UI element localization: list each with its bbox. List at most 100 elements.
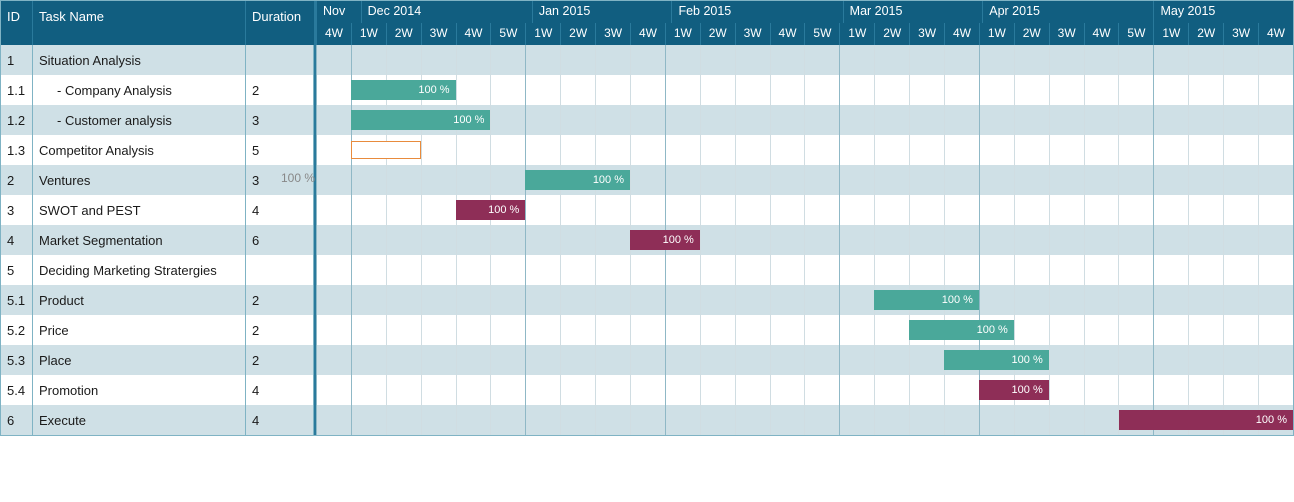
grid-cell <box>839 375 874 405</box>
cell-id: 5.3 <box>1 345 33 375</box>
grid-cell <box>735 105 770 135</box>
row-timeline <box>316 255 1293 285</box>
week-header: 4W <box>316 23 351 45</box>
grid-cell <box>909 255 944 285</box>
grid-cell <box>804 105 839 135</box>
row-left-columns: 5Deciding Marketing Stratergies <box>1 255 316 285</box>
cell-id: 1.1 <box>1 75 33 105</box>
row-left-columns: 5.3Place2 <box>1 345 316 375</box>
grid-cell <box>421 135 456 165</box>
grid-cell <box>944 135 979 165</box>
gantt-bar[interactable]: 100 % <box>630 230 700 250</box>
gantt-bar[interactable]: 100 % <box>979 380 1049 400</box>
grid-cell <box>316 225 351 255</box>
grid-cell <box>1223 255 1258 285</box>
grid-cell <box>1258 285 1293 315</box>
gantt-bar-label: 100 % <box>942 294 973 306</box>
grid-cell <box>665 105 700 135</box>
gantt-bar[interactable]: 100 % <box>351 80 456 100</box>
grid-cell <box>804 135 839 165</box>
grid-cell <box>1049 195 1084 225</box>
week-header: 3W <box>421 23 456 45</box>
grid-cell <box>560 195 595 225</box>
gantt-bar[interactable]: 100 % <box>909 320 1014 340</box>
grid-cell <box>456 375 491 405</box>
grid-cell <box>1153 315 1188 345</box>
gantt-bar[interactable]: 100 % <box>1119 410 1293 430</box>
column-header-duration: Duration <box>246 1 314 45</box>
taskname-text: Promotion <box>39 383 98 398</box>
grid-cell <box>316 405 351 435</box>
grid-cell <box>735 405 770 435</box>
grid-cell <box>595 255 630 285</box>
grid-cell <box>1049 255 1084 285</box>
grid-cell <box>351 195 386 225</box>
grid-cell <box>525 285 560 315</box>
gantt-bar[interactable]: 100 % <box>525 170 630 190</box>
grid-cell <box>1084 315 1119 345</box>
grid-cell <box>525 105 560 135</box>
week-header: 1W <box>665 23 700 45</box>
grid-cell <box>1118 315 1153 345</box>
grid-cell <box>490 105 525 135</box>
week-header: 2W <box>874 23 909 45</box>
grid-cell <box>700 195 735 225</box>
row-timeline: 100 % <box>316 105 1293 135</box>
cell-duration: 4 <box>246 195 314 225</box>
grid-cell <box>1049 315 1084 345</box>
cell-id: 5.4 <box>1 375 33 405</box>
grid-cell <box>1153 375 1188 405</box>
grid-cell <box>316 285 351 315</box>
float-percent-label: 100 % <box>281 171 315 185</box>
gantt-bar[interactable]: 100 % <box>456 200 526 220</box>
grid-cell <box>630 345 665 375</box>
grid-cell <box>700 45 735 75</box>
grid-cell <box>351 375 386 405</box>
grid-cell <box>1223 315 1258 345</box>
grid-cell <box>630 285 665 315</box>
gantt-bar[interactable]: 100 % <box>944 350 1049 370</box>
grid-cell <box>944 195 979 225</box>
cell-duration <box>246 45 314 75</box>
table-row: 5.4Promotion4100 % <box>1 375 1293 405</box>
grid-cell <box>1084 345 1119 375</box>
cell-duration: 2 <box>246 345 314 375</box>
row-left-columns: 1.1- Company Analysis2 <box>1 75 316 105</box>
gantt-body: 1Situation Analysis1.1- Company Analysis… <box>1 45 1293 435</box>
grid-cell <box>490 345 525 375</box>
grid-cell <box>839 255 874 285</box>
gantt-bar-label: 100 % <box>1012 384 1043 396</box>
grid-cell <box>700 225 735 255</box>
grid-cell <box>421 345 456 375</box>
grid-cell <box>421 405 456 435</box>
cell-id: 5 <box>1 255 33 285</box>
grid-cell <box>735 285 770 315</box>
grid-cell <box>1188 285 1223 315</box>
week-header: 1W <box>1153 23 1188 45</box>
grid-cell <box>1118 225 1153 255</box>
grid-cell <box>456 165 491 195</box>
cell-taskname: - Customer analysis <box>33 105 246 135</box>
grid-cell <box>735 75 770 105</box>
grid-cell <box>1118 135 1153 165</box>
cell-id: 5.1 <box>1 285 33 315</box>
gantt-bar[interactable]: 100 % <box>351 110 491 130</box>
grid-cell <box>421 315 456 345</box>
grid-cell <box>665 255 700 285</box>
grid-cell <box>1188 345 1223 375</box>
grid-cell <box>386 165 421 195</box>
grid-cell <box>874 135 909 165</box>
grid-cell <box>456 225 491 255</box>
cell-duration: 2 <box>246 285 314 315</box>
grid-cell <box>1188 45 1223 75</box>
grid-cell <box>1223 135 1258 165</box>
grid-cell <box>490 225 525 255</box>
gantt-bar[interactable]: 100 % <box>874 290 979 310</box>
gantt-bar[interactable] <box>351 141 421 159</box>
grid-cell <box>735 255 770 285</box>
grid-cell <box>490 75 525 105</box>
grid-cell <box>735 225 770 255</box>
grid-cell <box>770 135 805 165</box>
grid-cell <box>979 255 1014 285</box>
grid-cell <box>490 405 525 435</box>
